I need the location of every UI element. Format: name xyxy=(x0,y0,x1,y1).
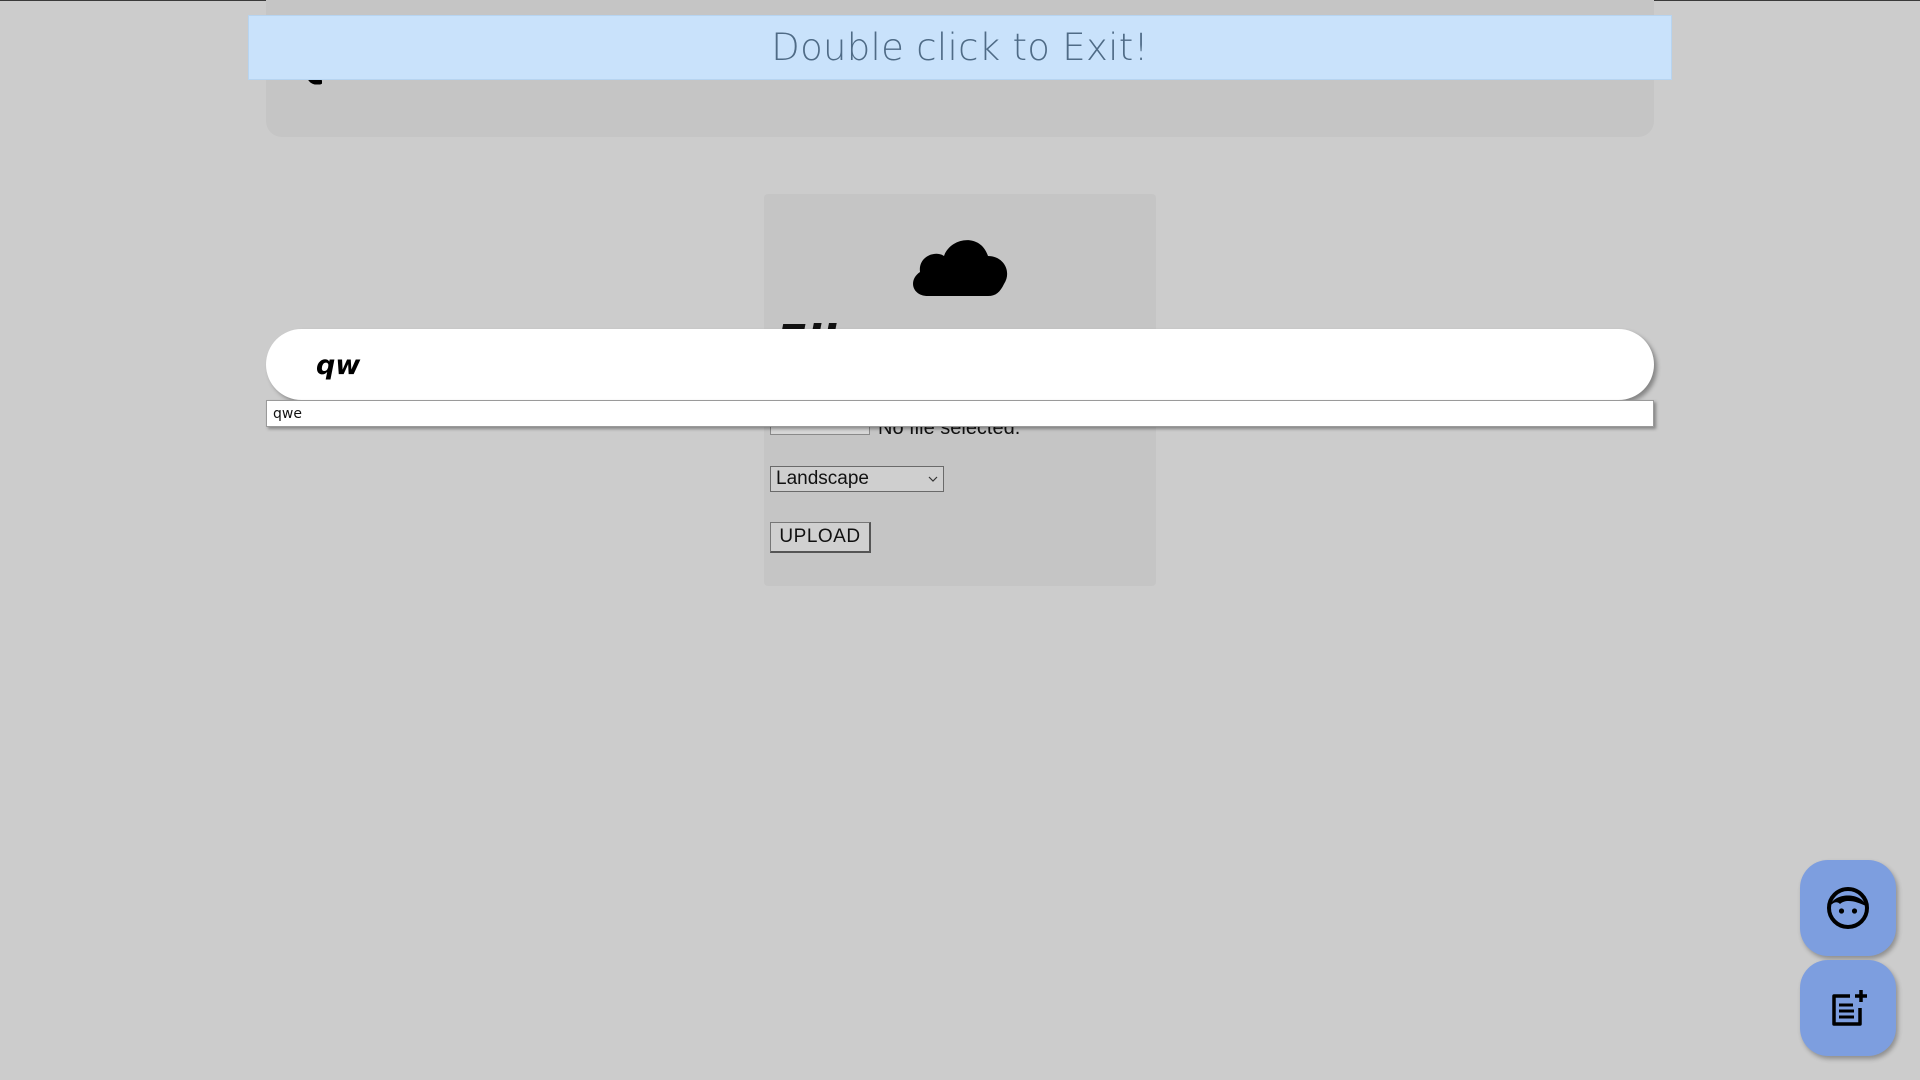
search-input[interactable] xyxy=(316,343,1616,387)
avatar-fab-button[interactable] xyxy=(1800,860,1896,956)
add-note-fab-button[interactable] xyxy=(1800,960,1896,1056)
cloud-icon xyxy=(913,240,1008,296)
note-add-icon xyxy=(1832,990,1867,1026)
upload-button[interactable]: UPLOAD xyxy=(770,522,871,553)
orientation-selected-value: Landscape xyxy=(776,468,869,489)
orientation-select[interactable]: Landscape xyxy=(770,466,944,492)
exit-banner-text: Double click to Exit! xyxy=(771,26,1149,69)
chevron-down-icon xyxy=(928,476,938,482)
exit-fullscreen-banner[interactable]: Double click to Exit! xyxy=(248,15,1672,80)
autocomplete-dropdown: qwe xyxy=(266,400,1654,427)
autocomplete-suggestion[interactable]: qwe xyxy=(273,406,302,422)
search-bar[interactable] xyxy=(266,329,1654,400)
face-icon xyxy=(1827,887,1869,929)
